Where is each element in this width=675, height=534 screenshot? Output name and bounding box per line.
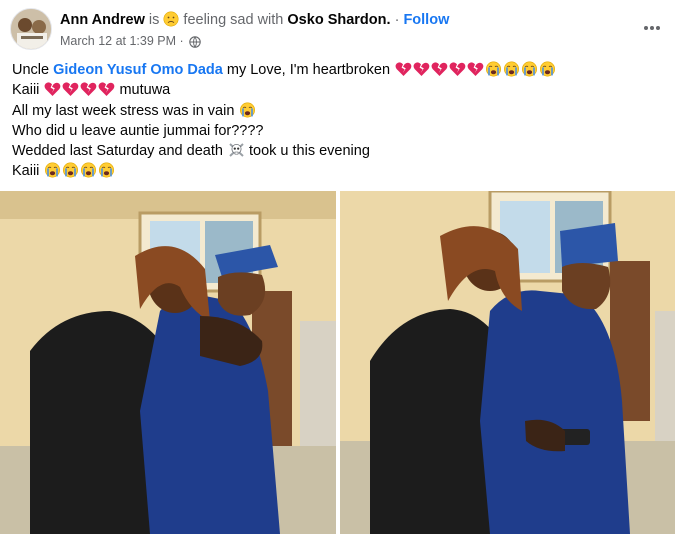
crying-face-icon bbox=[503, 61, 520, 83]
broken-heart-icon bbox=[413, 61, 430, 83]
post-date[interactable]: March 12 at 1:39 PM bbox=[60, 34, 176, 48]
crying-face-icon bbox=[485, 61, 502, 83]
mention-link[interactable]: Gideon Yusuf Omo Dada bbox=[53, 62, 223, 78]
photo-left[interactable] bbox=[0, 191, 336, 534]
tagged-person[interactable]: Osko Shardon bbox=[287, 12, 386, 28]
crying-face-icon bbox=[521, 61, 538, 83]
post-meta: March 12 at 1:39 PM · bbox=[60, 33, 201, 52]
feeling-text: feeling sad with bbox=[179, 12, 288, 28]
crying-face-icon bbox=[62, 162, 79, 184]
post-line-3: All my last week stress was in vain bbox=[12, 101, 662, 121]
skull-crossbones-icon bbox=[228, 142, 245, 164]
crying-face-icon bbox=[44, 162, 61, 184]
broken-heart-icon bbox=[431, 61, 448, 83]
line-text: All my last week stress was in vain bbox=[12, 102, 239, 119]
globe-icon bbox=[189, 36, 201, 52]
crying-face-icon bbox=[98, 162, 115, 184]
post-line-1: Uncle Gideon Yusuf Omo Dada my Love, I'm… bbox=[12, 60, 662, 80]
emoji-group bbox=[43, 82, 115, 98]
line-text: my Love, I'm heartbroken bbox=[222, 62, 395, 78]
line-text: Kaiii bbox=[12, 163, 44, 180]
follow-button[interactable]: Follow bbox=[403, 12, 449, 28]
crying-face-icon bbox=[80, 162, 97, 184]
photo-grid bbox=[0, 191, 675, 534]
line-text: Wedded last Saturday and death bbox=[12, 143, 227, 160]
line-text: Uncle bbox=[12, 62, 54, 78]
broken-heart-icon bbox=[467, 61, 484, 83]
dot-separator: · bbox=[390, 12, 404, 28]
post-line-2: Kaiii mutuwa bbox=[12, 80, 662, 100]
emoji-group bbox=[238, 102, 256, 119]
line-text: mutuwa bbox=[115, 82, 171, 99]
post-header: Ann Andrew is feeling sad with Osko Shar… bbox=[0, 0, 675, 56]
broken-heart-icon bbox=[449, 61, 466, 83]
couple-embracing-photo bbox=[0, 191, 336, 534]
emoji-group bbox=[43, 162, 115, 179]
couple-embracing-photo bbox=[340, 191, 675, 534]
author-name[interactable]: Ann Andrew bbox=[60, 12, 145, 28]
emoji-group bbox=[227, 143, 245, 159]
meta-separator: · bbox=[176, 34, 188, 48]
line-text: Who did u leave auntie jummai for???? bbox=[12, 122, 264, 139]
photo-right[interactable] bbox=[340, 191, 675, 534]
author-avatar[interactable] bbox=[10, 8, 52, 50]
post-line-6: Kaiii bbox=[12, 161, 662, 181]
post-line-4: Who did u leave auntie jummai for???? bbox=[12, 121, 662, 141]
post-line-5: Wedded last Saturday and death took u th… bbox=[12, 141, 662, 161]
crying-face-icon bbox=[539, 61, 556, 83]
post-header-line: Ann Andrew is feeling sad with Osko Shar… bbox=[60, 10, 449, 33]
post-body: Uncle Gideon Yusuf Omo Dada my Love, I'm… bbox=[12, 60, 662, 182]
sad-face-emoji-icon bbox=[163, 11, 179, 33]
line-text: Kaiii bbox=[12, 82, 44, 99]
is-text: is bbox=[144, 12, 164, 28]
line-text: took u this evening bbox=[244, 143, 370, 160]
broken-heart-icon bbox=[395, 61, 412, 83]
more-options-icon[interactable] bbox=[638, 18, 666, 38]
emoji-group bbox=[394, 61, 556, 78]
